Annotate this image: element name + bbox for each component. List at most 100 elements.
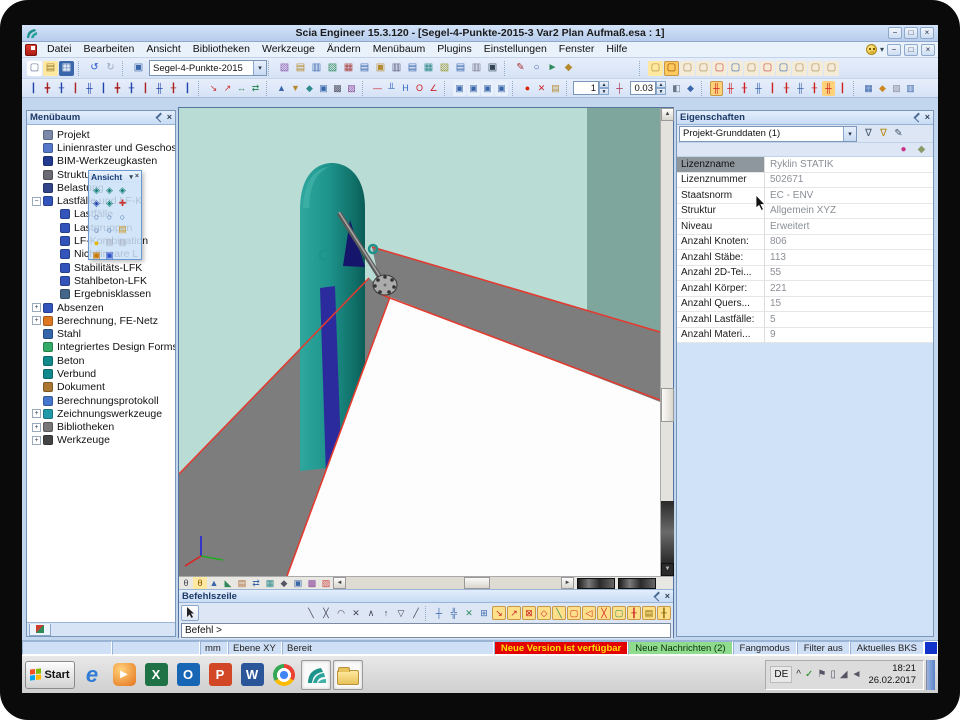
snap-mode-icon[interactable]: ╳ <box>597 606 611 620</box>
ansicht-palette-titlebar[interactable]: Ansicht ▾× <box>89 171 141 183</box>
toolbar-icon[interactable]: ✎ <box>513 61 528 76</box>
window-layout-icon[interactable]: ▢ <box>824 61 839 76</box>
tree-expander[interactable]: + <box>32 316 41 325</box>
toolbar-icon[interactable]: ▨ <box>345 81 358 96</box>
grid-tool-icon[interactable]: ╬ <box>447 606 461 620</box>
scale-spinner[interactable]: 1▲▼ <box>573 81 609 95</box>
tree-item[interactable]: Verbund <box>27 367 175 380</box>
taskbar-item-internet-explorer[interactable]: e <box>77 660 107 690</box>
menu-item[interactable]: Fenster <box>553 42 601 57</box>
toolbar-icon[interactable]: ╋ <box>41 81 54 96</box>
property-value[interactable]: 9 <box>765 329 933 340</box>
tree-item[interactable]: Berechnungsprotokoll <box>27 394 175 407</box>
pin-icon[interactable] <box>653 591 663 601</box>
view-tool-icon[interactable]: ◈ <box>91 185 103 197</box>
close-icon[interactable]: × <box>665 592 670 601</box>
tree-item[interactable]: Ergebnisklassen <box>27 288 175 301</box>
view-tool-icon[interactable]: ○ <box>104 224 116 236</box>
chevron-down-icon[interactable]: ▾ <box>843 127 856 141</box>
toolbar-icon[interactable]: ╋ <box>111 81 124 96</box>
tolerance-spinner[interactable]: 0.03▲▼ <box>630 81 666 95</box>
tree-item[interactable]: + Werkzeuge <box>27 434 175 447</box>
toolbar-icon[interactable]: ╂ <box>125 81 138 96</box>
view-setting-icon[interactable]: θ <box>193 577 207 589</box>
snap-mode-icon[interactable]: ◁ <box>582 606 596 620</box>
toolbar-icon[interactable]: ↺ <box>87 61 102 76</box>
toolbar-icon[interactable]: ▧ <box>277 61 292 76</box>
nav-preview-box[interactable] <box>618 578 656 589</box>
view-tool-icon[interactable]: ▣ <box>104 250 116 262</box>
window-layout-icon[interactable]: ▢ <box>648 61 663 76</box>
scrollbar-thumb[interactable] <box>464 577 490 589</box>
toolbar-icon[interactable]: ✕ <box>535 81 548 96</box>
tray-icon[interactable]: ◄ <box>852 670 862 680</box>
property-row[interactable]: Anzahl 2D-Tei... 55 <box>677 266 933 282</box>
window-titlebar[interactable]: Scia Engineer 15.3.120 - [Segel-4-Punkte… <box>22 25 938 42</box>
toolbar-icon[interactable]: ▨ <box>437 61 452 76</box>
command-input[interactable]: Befehl > <box>181 623 671 638</box>
geometry-tool-icon[interactable]: ∠ <box>427 81 440 96</box>
menu-item[interactable]: Hilfe <box>600 42 633 57</box>
filter-icon[interactable]: ✎ <box>891 126 906 141</box>
toolbar-icon[interactable]: ┃ <box>27 81 40 96</box>
property-row[interactable]: Anzahl Lastfälle: 5 <box>677 312 933 328</box>
status-badge[interactable]: Neue Nachrichten (2) <box>628 641 732 655</box>
property-value[interactable]: Ryklin STATIK <box>765 159 933 170</box>
filter-icon[interactable]: ∇ <box>861 126 876 141</box>
toolbar-icon[interactable]: ▣ <box>373 61 388 76</box>
view-tool-icon[interactable]: ▣ <box>91 250 103 262</box>
view-setting-icon[interactable]: ⇄ <box>249 577 263 589</box>
draw-tool-icon[interactable]: ◠ <box>334 606 348 620</box>
draw-tool-icon[interactable]: ╲ <box>304 606 318 620</box>
toolbar-icon[interactable]: ▤ <box>293 61 308 76</box>
toolbar-icon[interactable]: ▦ <box>862 81 875 96</box>
menu-item[interactable]: Bibliotheken <box>187 42 256 57</box>
vertical-scrollbar[interactable]: ▲ ▼ <box>660 108 673 576</box>
toolbar-icon[interactable]: ╂ <box>55 81 68 96</box>
property-value[interactable]: 113 <box>765 252 933 263</box>
tree-item[interactable]: + Absenzen <box>27 301 175 314</box>
toolbar-icon[interactable]: ▦ <box>59 61 74 76</box>
toolbar-icon[interactable]: ▤ <box>405 61 420 76</box>
beam-tool-icon[interactable]: ╫ <box>724 81 737 96</box>
tray-icon[interactable]: ✓ <box>805 670 813 680</box>
mdi-close-button[interactable]: × <box>921 44 935 56</box>
filter-icon[interactable]: ∇ <box>876 126 891 141</box>
chevron-down-icon[interactable]: ▾ <box>253 61 266 75</box>
snap-mode-icon[interactable]: ╲ <box>552 606 566 620</box>
tree-expander[interactable]: + <box>32 303 41 312</box>
close-icon[interactable]: × <box>925 113 930 122</box>
toolbar-icon[interactable]: ▥ <box>904 81 917 96</box>
property-row[interactable]: Anzahl Körper: 221 <box>677 281 933 297</box>
taskbar-item-media-player[interactable]: ▶ <box>109 660 139 690</box>
menu-item[interactable]: Werkzeuge <box>256 42 321 57</box>
draw-tool-icon[interactable]: ∧ <box>364 606 378 620</box>
tree-item[interactable]: Stahl <box>27 327 175 340</box>
status-badge[interactable]: Neue Version ist verfügbar <box>494 641 628 655</box>
display-option-icon[interactable]: ● <box>896 142 911 157</box>
eigenschaften-titlebar[interactable]: Eigenschaften × <box>677 111 933 125</box>
project-combo[interactable]: Segel-4-Punkte-2015▾ <box>149 60 267 76</box>
tree-expander[interactable]: + <box>32 409 41 418</box>
geometry-tool-icon[interactable]: — <box>371 81 384 96</box>
tray-icon[interactable]: ▯ <box>830 670 836 680</box>
window-layout-icon[interactable]: ▢ <box>808 61 823 76</box>
taskbar-item-explorer[interactable] <box>333 660 363 690</box>
view-tool-icon[interactable]: ◈ <box>117 185 129 197</box>
close-icon[interactable]: × <box>135 173 139 181</box>
tree-item[interactable]: Stahlbeton-LFK <box>27 274 175 287</box>
tree-item[interactable]: BIM-Werkzeugkasten <box>27 155 175 168</box>
toolbar-icon[interactable]: ▨ <box>325 61 340 76</box>
beam-tool-icon[interactable]: ╫ <box>822 81 835 96</box>
taskbar-item-word[interactable]: W <box>237 660 267 690</box>
scrollbar-thumb[interactable] <box>661 388 674 422</box>
toolbar-icon[interactable]: ╂ <box>167 81 180 96</box>
view-setting-icon[interactable]: ▤ <box>235 577 249 589</box>
toolbar-icon[interactable]: ▣ <box>131 61 146 76</box>
nav-preview-box[interactable] <box>577 578 615 589</box>
view-setting-icon[interactable]: ▦ <box>263 577 277 589</box>
property-row[interactable]: Anzahl Materi... 9 <box>677 328 933 344</box>
snap-mode-icon[interactable]: ▢ <box>612 606 626 620</box>
window-layout-icon[interactable]: ▢ <box>728 61 743 76</box>
ansicht-palette[interactable]: Ansicht ▾× ◈◈◈◈◈✚○○○○○▤●▦▦▣▣ <box>88 170 142 260</box>
